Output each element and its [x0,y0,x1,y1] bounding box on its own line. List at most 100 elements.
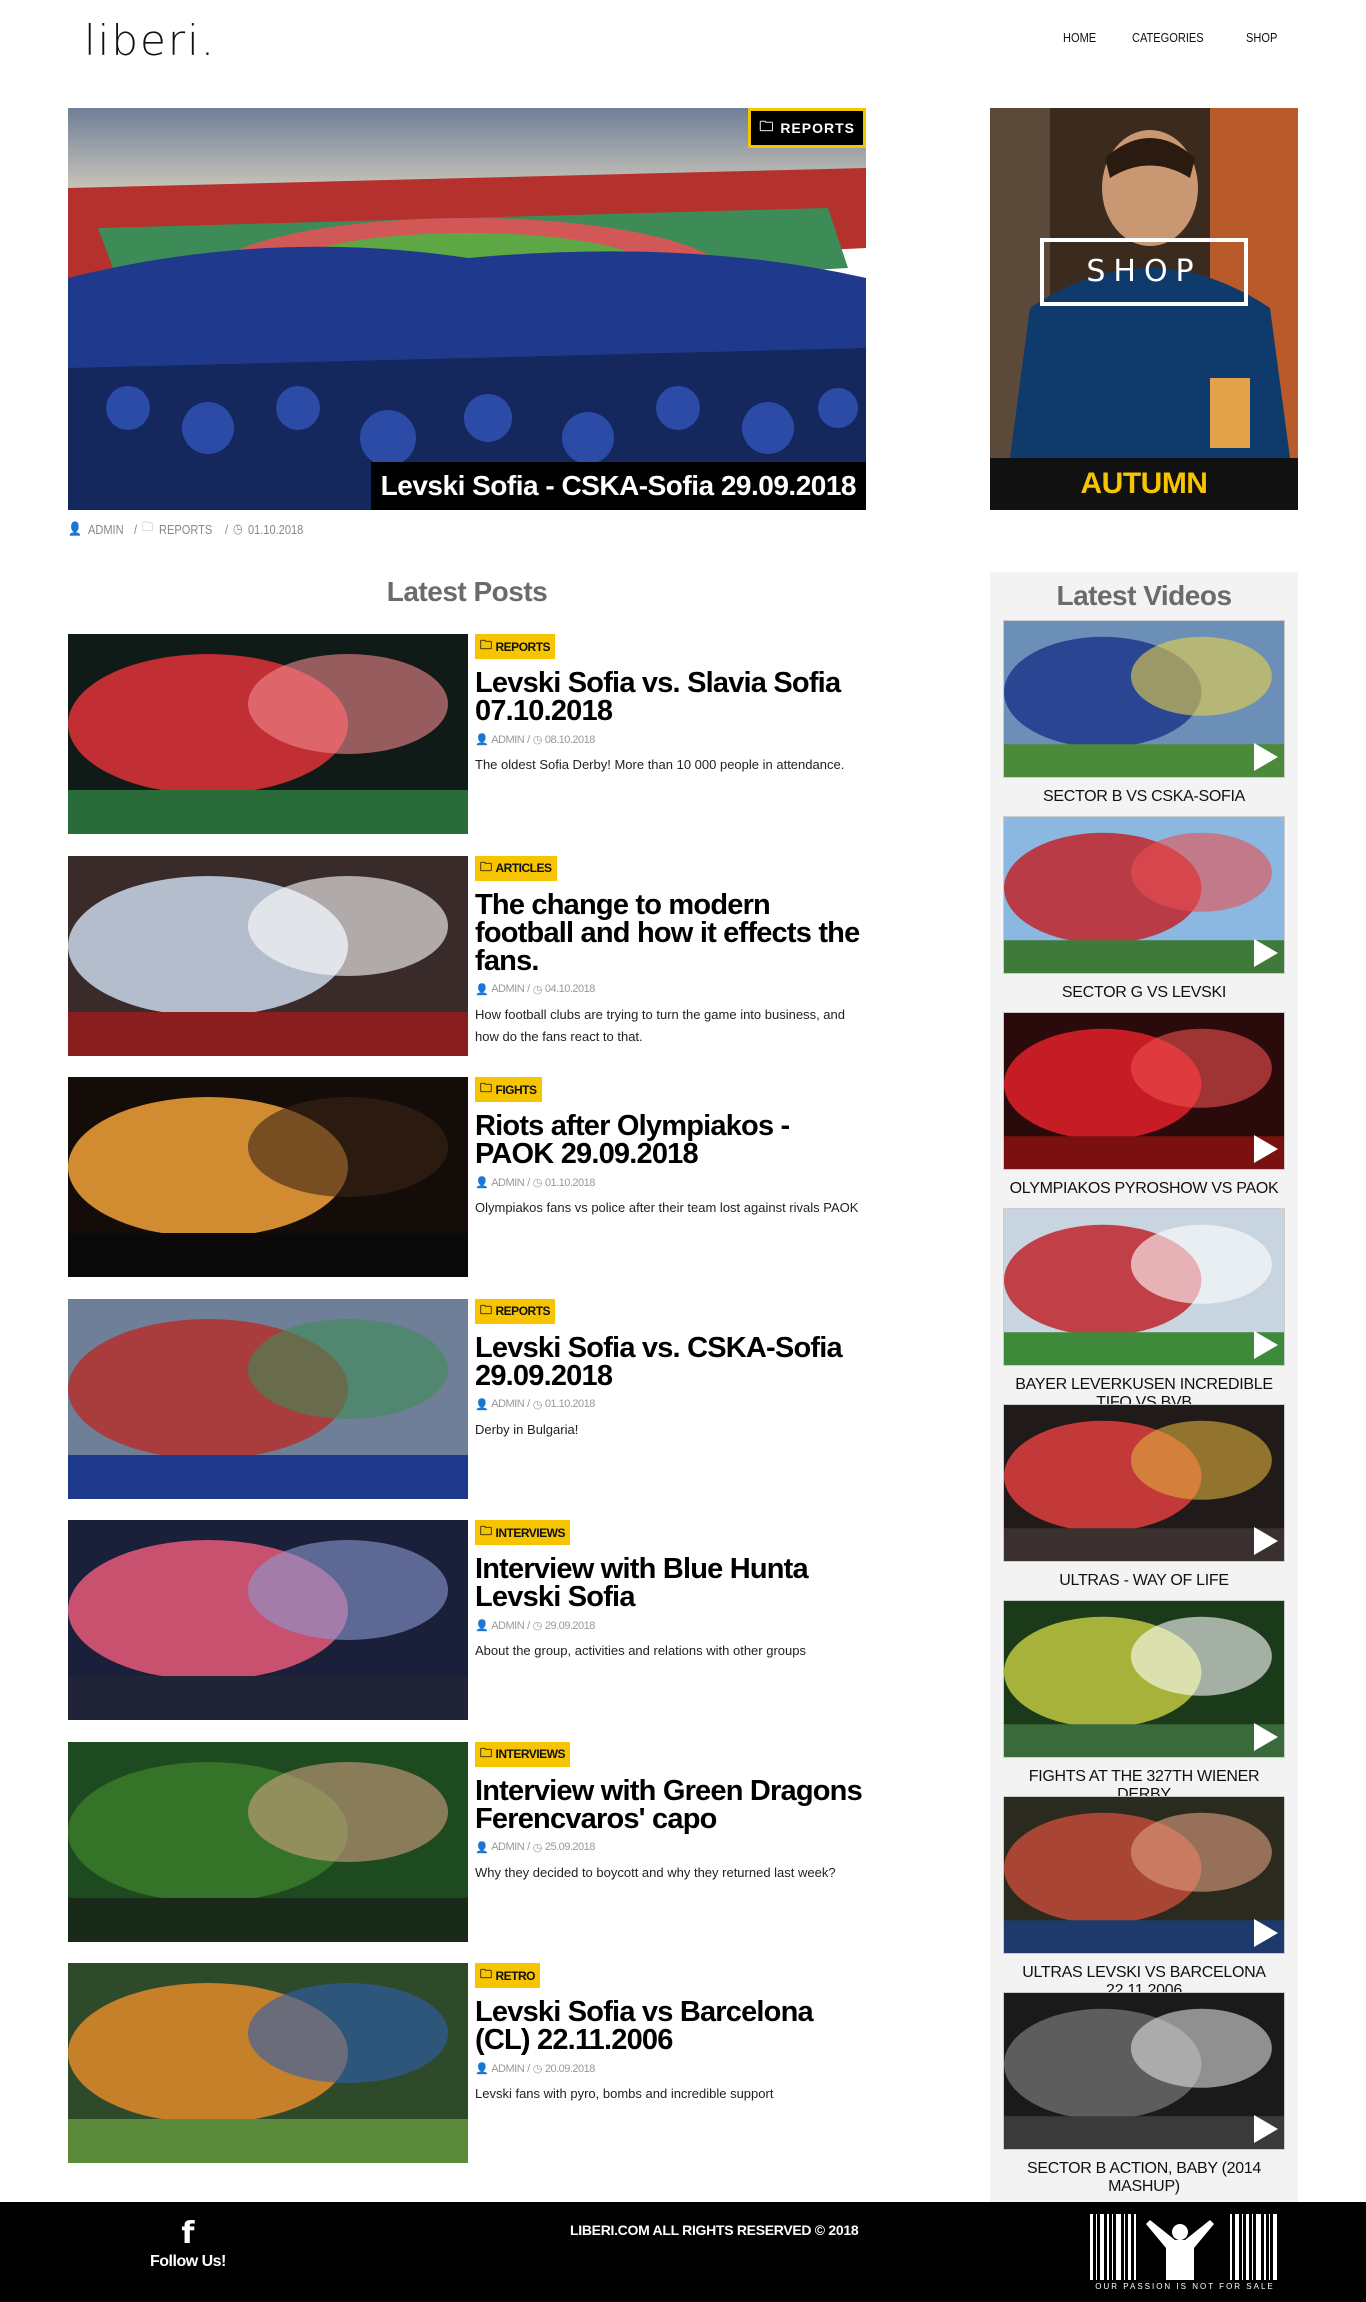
post-item[interactable]: 🗀 INTERVIEWS Interview with Green Dragon… [68,1741,866,1942]
post-body: 🗀 ARTICLES The change to modern football… [475,855,865,1048]
play-icon[interactable] [1254,2115,1278,2143]
video-thumbnail[interactable] [1003,1208,1285,1366]
post-item[interactable]: 🗀 RETRO Levski Sofia vs Barcelona (CL) 2… [68,1963,866,2163]
nav-shop[interactable]: SHOP [1246,30,1277,45]
hero-image [68,108,866,510]
copyright-text: LIBERI.COM ALL RIGHTS RESERVED © 2018 [570,2222,859,2238]
folder-icon: 🗀 [141,519,153,534]
post-body: 🗀 FIGHTS Riots after Olympiakos - PAOK 2… [475,1077,865,1219]
hero-meta-category[interactable]: REPORTS [159,522,212,537]
shop-caption: AUTUMN COLLECTION 18' [990,458,1298,510]
post-item[interactable]: 🗀 ARTICLES The change to modern football… [68,855,866,1056]
post-category-badge[interactable]: 🗀 REPORTS [475,634,556,659]
video-image [1004,817,1284,973]
play-icon[interactable] [1254,1919,1278,1947]
post-thumbnail[interactable] [68,1741,468,1942]
video-item[interactable]: SECTOR G VS LEVSKI [1003,816,1285,1001]
post-category-badge[interactable]: 🗀 INTERVIEWS [475,1520,570,1545]
post-title[interactable]: Levski Sofia vs Barcelona (CL) 22.11.200… [475,1998,865,2055]
video-thumbnail[interactable] [1003,1012,1285,1170]
nav-categories[interactable]: CATEGORIES [1132,30,1204,45]
post-item[interactable]: 🗀 INTERVIEWS Interview with Blue Hunta L… [68,1520,866,1720]
video-item[interactable]: OLYMPIAKOS PYROSHOW VS PAOK [1003,1012,1285,1197]
post-thumbnail[interactable] [68,855,468,1056]
video-item[interactable]: ULTRAS LEVSKI VS BARCELONA 22.11.2006 [1003,1796,1285,1999]
video-item[interactable]: ULTRAS - WAY OF LIFE [1003,1404,1285,1589]
video-thumbnail[interactable] [1003,1992,1285,2150]
shop-banner[interactable]: SHOP AUTUMN COLLECTION 18' [990,108,1298,510]
post-category-label: FIGHTS [495,1082,538,1097]
post-image [68,634,468,834]
post-title[interactable]: Levski Sofia vs. CSKA-Sofia 29.09.2018 [475,1333,865,1390]
follow-us[interactable]: f Follow Us! [150,2216,226,2271]
post-excerpt: How football clubs are trying to turn th… [475,1006,845,1044]
post-category-label: REPORTS [495,1304,551,1318]
video-item[interactable]: SECTOR B VS CSKA-SOFIA [1003,620,1285,805]
post-thumbnail[interactable] [68,634,468,834]
post-item[interactable]: 🗀 REPORTS Levski Sofia vs. Slavia Sofia … [68,634,866,834]
post-image [68,1741,468,1942]
hero-category-badge[interactable]: 🗀 REPORTS [748,108,866,148]
hero-author: ADMIN [88,521,124,537]
play-icon[interactable] [1254,743,1278,771]
post-category-badge[interactable]: 🗀 INTERVIEWS [475,1741,570,1767]
post-title[interactable]: Interview with Green Dragons Ferencvaros… [475,1776,865,1833]
play-icon[interactable] [1254,1331,1278,1359]
video-item[interactable]: SECTOR B ACTION, BABY (2014 MASHUP) [1003,1992,1285,2195]
user-icon: 👤 [475,734,489,746]
play-icon[interactable] [1254,1527,1278,1555]
play-icon[interactable] [1254,939,1278,967]
hero-featured-post[interactable]: 🗀 REPORTS Levski Sofia - CSKA-Sofia 29.0… [68,108,866,510]
video-item[interactable]: BAYER LEVERKUSEN INCREDIBLE TIFO VS BVB [1003,1208,1285,1411]
video-thumbnail[interactable] [1003,1796,1285,1954]
post-date: 01.10.2018 [544,1398,596,1410]
clock-icon: ◷ [532,2063,543,2075]
video-title[interactable]: ULTRAS - WAY OF LIFE [1003,1572,1285,1590]
post-category-badge[interactable]: 🗀 RETRO [475,1963,541,1988]
latest-videos-heading: Latest Videos [1056,580,1232,611]
facebook-icon[interactable]: f [150,2216,226,2251]
play-icon[interactable] [1254,1135,1278,1163]
play-icon[interactable] [1254,1723,1278,1751]
clock-icon: ◷ [532,1620,543,1632]
video-thumbnail[interactable] [1003,816,1285,974]
hero-category-label: REPORTS [780,120,855,136]
video-title[interactable]: SECTOR G VS LEVSKI [1003,984,1285,1002]
post-thumbnail[interactable] [68,1077,468,1277]
clock-icon: ◷ [532,1177,543,1189]
hero-title[interactable]: Levski Sofia - CSKA-Sofia 29.09.2018 [370,462,866,510]
post-title[interactable]: Riots after Olympiakos - PAOK 29.09.2018 [475,1112,865,1169]
post-title[interactable]: Levski Sofia vs. Slavia Sofia 07.10.2018 [475,669,865,726]
post-excerpt: The oldest Sofia Derby! More than 10 000… [475,757,845,772]
post-category-label: REPORTS [495,639,551,654]
post-item[interactable]: 🗀 REPORTS Levski Sofia vs. CSKA-Sofia 29… [68,1298,866,1499]
video-thumbnail[interactable] [1003,1600,1285,1758]
post-title[interactable]: The change to modern football and how it… [475,890,865,975]
post-thumbnail[interactable] [68,1963,468,2163]
post-thumbnail[interactable] [68,1298,468,1499]
post-category-badge[interactable]: 🗀 ARTICLES [475,855,557,881]
post-title[interactable]: Interview with Blue Hunta Levski Sofia [475,1555,865,1612]
folder-icon: 🗀 [480,1524,492,1538]
post-category-badge[interactable]: 🗀 FIGHTS [475,1077,542,1102]
post-item[interactable]: 🗀 FIGHTS Riots after Olympiakos - PAOK 2… [68,1077,866,1277]
video-image [1004,1209,1284,1365]
folder-icon: 🗀 [480,1967,492,1981]
video-title[interactable]: SECTOR B VS CSKA-SOFIA [1003,788,1285,806]
site-logo[interactable]: liberi. [84,16,216,65]
nav-home[interactable]: HOME [1063,30,1096,45]
post-thumbnail[interactable] [68,1520,468,1720]
video-thumbnail[interactable] [1003,1404,1285,1562]
video-thumbnail[interactable] [1003,620,1285,778]
post-author: ADMIN [491,1619,525,1632]
clock-icon: ◷ [232,521,243,536]
video-title[interactable]: OLYMPIAKOS PYROSHOW VS PAOK [1003,1180,1285,1198]
video-item[interactable]: FIGHTS AT THE 327TH WIENER DERBY [1003,1600,1285,1803]
shop-button[interactable]: SHOP [1040,238,1248,306]
hero-date: 01.10.2018 [248,521,304,537]
post-category-badge[interactable]: 🗀 REPORTS [475,1298,556,1324]
video-title[interactable]: SECTOR B ACTION, BABY (2014 MASHUP) [1003,2160,1285,2196]
clock-icon: ◷ [532,983,543,996]
site-header: liberi. HOME CATEGORIES SHOP [0,0,1366,90]
post-author: ADMIN [491,1176,525,1189]
